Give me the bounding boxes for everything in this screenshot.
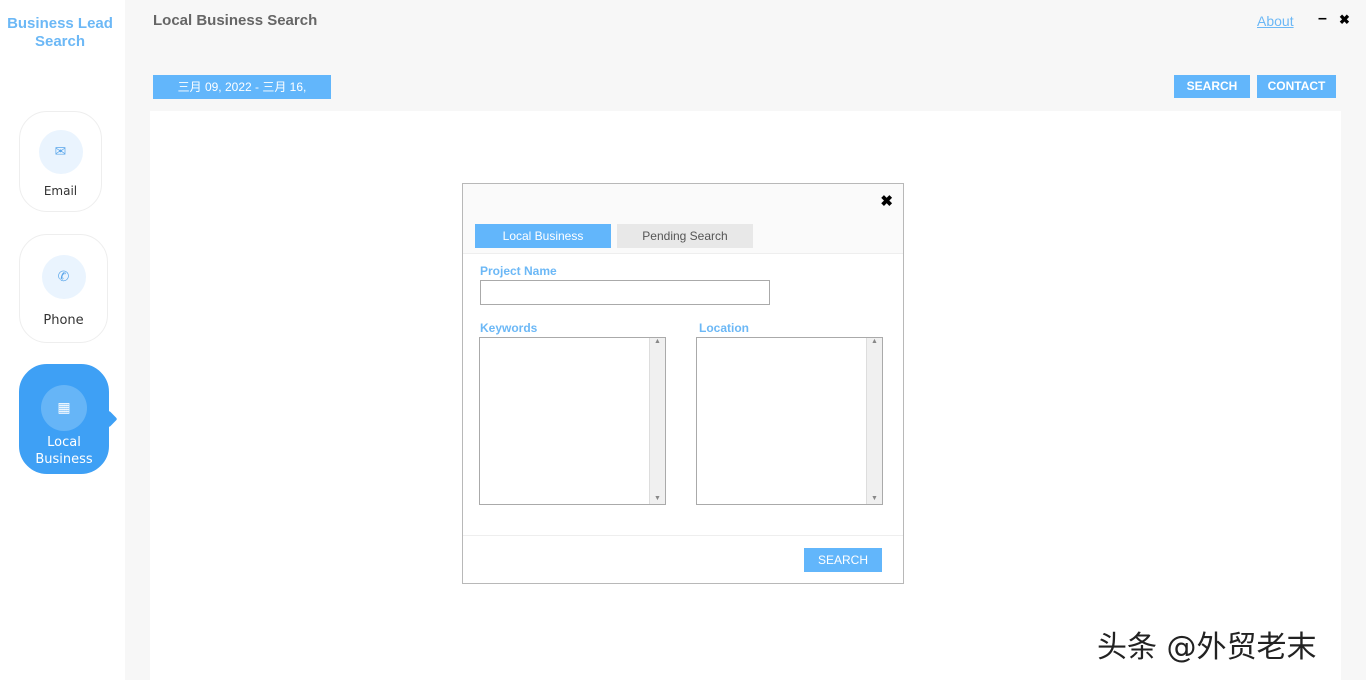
envelope-icon: ✉ [38, 130, 83, 174]
contact-button[interactable]: CONTACT [1257, 75, 1336, 98]
page-title: Local Business Search [153, 12, 318, 29]
scrollbar[interactable]: ▲ ▼ [649, 338, 665, 504]
close-icon[interactable]: ✖ [1339, 12, 1350, 28]
tab-local-business[interactable]: Local Business [475, 224, 611, 248]
minimize-icon[interactable]: – [1318, 10, 1327, 28]
sidebar-item-label: Email [43, 184, 78, 198]
dialog-header: ✖ Local Business Pending Search [463, 184, 903, 254]
keywords-textarea[interactable]: ▲ ▼ [479, 337, 666, 505]
sidebar-item-label: Local Business [35, 435, 93, 467]
sidebar-item-local-business[interactable]: ▦ Local Business [19, 364, 109, 474]
watermark: 头条 @外贸老末 [1097, 630, 1317, 665]
scrollbar[interactable]: ▲ ▼ [866, 338, 882, 504]
building-icon: ▦ [41, 385, 87, 431]
project-name-label: Project Name [480, 264, 557, 278]
dialog-search-button[interactable]: SEARCH [804, 548, 882, 572]
search-dialog: ✖ Local Business Pending Search Project … [462, 183, 904, 584]
sidebar-item-label: Phone [43, 313, 84, 328]
dialog-footer-divider [463, 535, 903, 536]
keywords-label: Keywords [480, 321, 538, 335]
search-button[interactable]: SEARCH [1174, 75, 1250, 98]
location-textarea[interactable]: ▲ ▼ [696, 337, 883, 505]
about-link[interactable]: About [1257, 13, 1294, 29]
sidebar-item-email[interactable]: ✉ Email [19, 111, 102, 212]
project-name-input[interactable] [480, 280, 770, 305]
close-icon[interactable]: ✖ [880, 192, 893, 210]
date-range-picker[interactable]: 三月 09, 2022 - 三月 16, [153, 75, 331, 99]
sidebar: Business Lead Search ✉ Email ✆ Phone ▦ L… [0, 0, 125, 680]
phone-icon: ✆ [41, 255, 86, 299]
brand-logo: Business Lead Search [7, 15, 113, 50]
sidebar-item-phone[interactable]: ✆ Phone [19, 234, 108, 343]
location-label: Location [699, 321, 749, 335]
tab-pending-search[interactable]: Pending Search [617, 224, 753, 248]
